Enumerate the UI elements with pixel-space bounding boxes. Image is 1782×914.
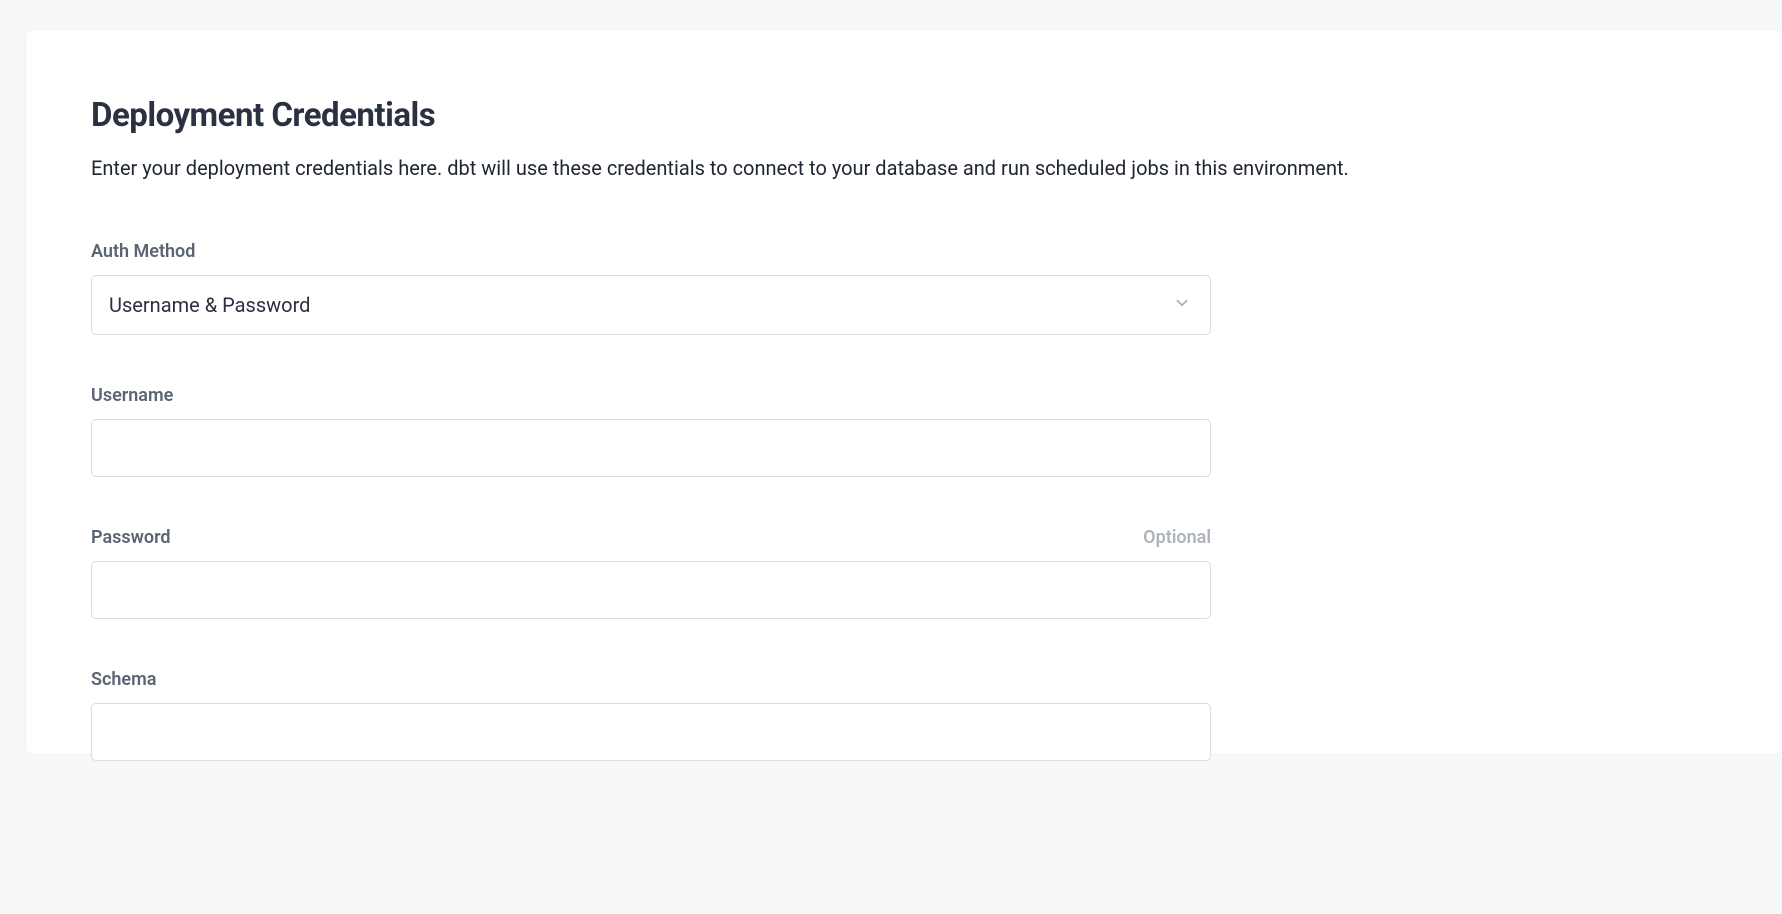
schema-label: Schema xyxy=(91,669,156,690)
username-label: Username xyxy=(91,385,173,406)
auth-method-label-row: Auth Method xyxy=(91,241,1211,262)
schema-group: Schema xyxy=(91,669,1211,761)
auth-method-group: Auth Method Username & Password xyxy=(91,241,1211,335)
auth-method-select-wrapper: Username & Password xyxy=(91,275,1211,335)
credentials-card: Deployment Credentials Enter your deploy… xyxy=(26,30,1782,754)
schema-label-row: Schema xyxy=(91,669,1211,690)
auth-method-selected-value: Username & Password xyxy=(109,293,310,317)
password-label: Password xyxy=(91,527,171,548)
password-label-row: Password Optional xyxy=(91,527,1211,548)
page-title: Deployment Credentials xyxy=(91,96,1717,135)
password-input[interactable] xyxy=(91,561,1211,619)
username-group: Username xyxy=(91,385,1211,477)
auth-method-label: Auth Method xyxy=(91,241,195,262)
username-input[interactable] xyxy=(91,419,1211,477)
schema-input[interactable] xyxy=(91,703,1211,761)
password-group: Password Optional xyxy=(91,527,1211,619)
username-label-row: Username xyxy=(91,385,1211,406)
page-description: Enter your deployment credentials here. … xyxy=(91,153,1717,183)
auth-method-select[interactable]: Username & Password xyxy=(91,275,1211,335)
password-hint: Optional xyxy=(1143,527,1211,548)
